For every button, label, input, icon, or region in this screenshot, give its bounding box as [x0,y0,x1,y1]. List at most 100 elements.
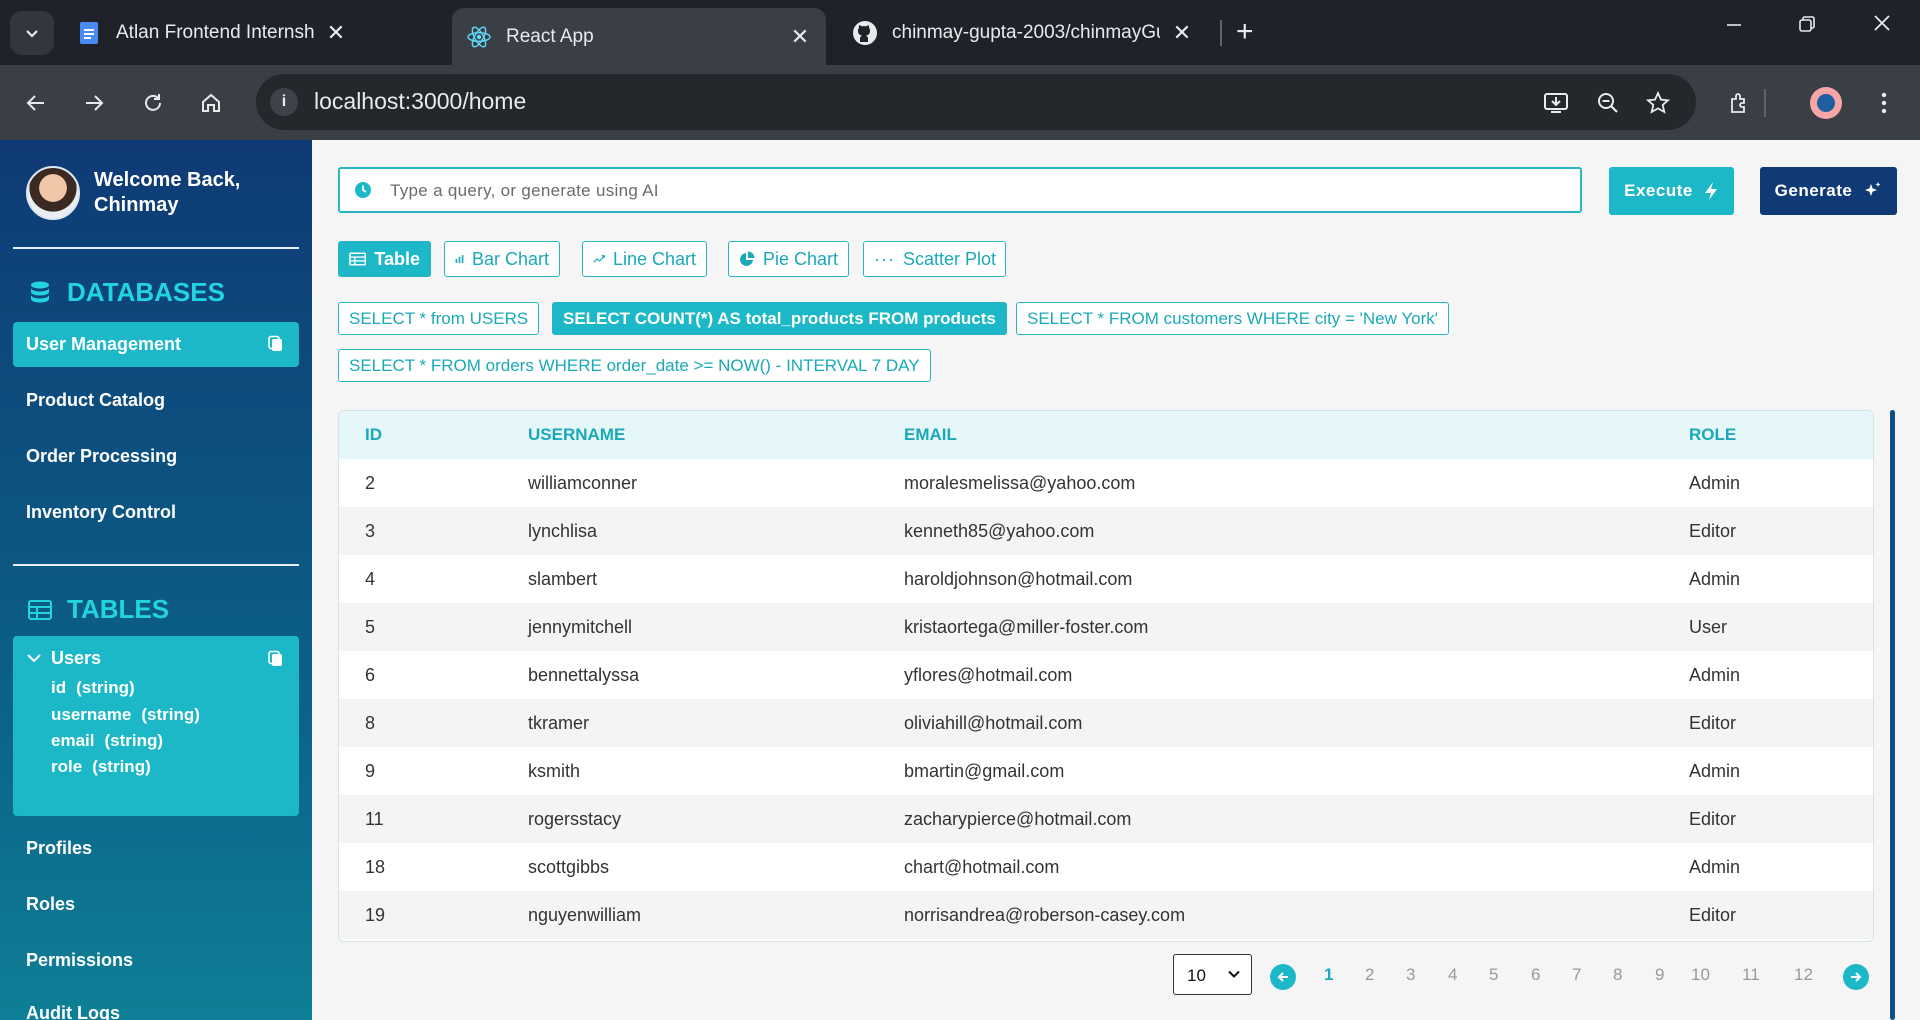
sidebar-item-audit-logs[interactable]: Audit Logs [13,991,299,1020]
table-users-header[interactable]: Users [27,648,101,669]
home-button[interactable] [191,83,231,123]
execute-button[interactable]: Execute [1609,167,1734,215]
sidebar-item-product-catalog[interactable]: Product Catalog [13,378,299,423]
query-chip-label: SELECT * FROM customers WHERE city = 'Ne… [1027,308,1438,328]
browser-menu-icon[interactable] [1864,83,1904,123]
arrow-right-icon [86,95,104,111]
bar-chart-icon [455,255,464,263]
page-number[interactable]: 8 [1613,965,1622,985]
history-icon[interactable] [354,181,372,199]
page-number[interactable]: 9 [1655,965,1664,985]
page-number[interactable]: 1 [1324,965,1333,985]
divider [13,247,299,249]
field-name: username [51,705,132,724]
cell-email: bmartin@gmail.com [904,761,1065,781]
arrow-right-icon [1851,972,1862,982]
sidebar-item-profiles[interactable]: Profiles [13,826,299,871]
query-placeholder[interactable]: Type a query, or generate using AI [390,181,659,201]
minimize-icon[interactable] [1714,12,1754,40]
sidebar-item-roles[interactable]: Roles [13,882,299,927]
tab-github[interactable]: chinmay-gupta-2003/chinmayGupta ✕ [838,9,1208,57]
table-users-expanded[interactable]: Users id (string) username (string) email (… [13,636,299,816]
column-header[interactable]: ID [365,425,382,445]
field-email: email (string) [51,731,163,751]
bookmark-star-icon[interactable] [1642,87,1674,119]
prev-page-button[interactable] [1270,964,1296,990]
tab-react-app[interactable]: React App ✕ [452,8,826,65]
page-number[interactable]: 4 [1448,965,1457,985]
sidebar-item-order-processing[interactable]: Order Processing [13,434,299,479]
cell-id: 8 [365,713,376,733]
view-label: Line Chart [612,248,696,269]
site-info-icon[interactable]: i [270,88,298,116]
new-tab-button[interactable]: + [1236,15,1254,49]
sidebar-item-permissions[interactable]: Permissions [13,938,299,983]
cell-username: williamconner [528,473,638,493]
github-icon [852,20,878,46]
install-app-icon[interactable] [1540,87,1572,119]
toolbar-separator [1764,89,1766,117]
extensions-icon[interactable] [1720,83,1760,123]
page-number[interactable]: 6 [1531,965,1540,985]
cell-username: rogersstacy [528,809,622,829]
table-icon [349,252,367,266]
browser-toolbar: i localhost:3000/home [0,65,1920,140]
view-label: Pie Chart [762,248,838,269]
tab-atlan-task[interactable]: Atlan Frontend Internship Task 2024 ✕ [62,9,362,57]
cell-role: Editor [1689,521,1737,541]
close-tab-icon[interactable]: ✕ [1170,20,1194,46]
generate-button[interactable]: Generate [1760,167,1897,215]
close-tab-icon[interactable]: ✕ [788,24,812,50]
divider [13,564,299,566]
database-icon [27,280,53,306]
copy-icon[interactable] [267,335,285,353]
zoom-icon[interactable] [1592,87,1624,119]
profile-avatar[interactable] [1806,83,1846,123]
view-scatter-plot-button[interactable]: ··· Scatter Plot [863,241,1006,277]
url-text[interactable]: localhost:3000/home [314,88,526,115]
tab-search-button[interactable] [10,11,54,55]
address-bar[interactable]: i localhost:3000/home [256,74,1696,130]
sidebar-item-user-management[interactable]: User Management [13,322,299,367]
query-input[interactable]: Type a query, or generate using AI [338,167,1582,213]
view-pie-chart-button[interactable]: Pie Chart [728,241,849,277]
query-chip[interactable]: SELECT * FROM customers WHERE city = 'Ne… [1016,302,1449,335]
query-chip[interactable]: SELECT * FROM orders WHERE order_date >=… [338,349,931,382]
view-bar-chart-button[interactable]: Bar Chart [444,241,560,277]
query-chip[interactable]: SELECT COUNT(*) AS total_products FROM p… [552,302,1007,335]
column-header[interactable]: EMAIL [904,425,957,445]
column-header[interactable]: USERNAME [528,425,625,445]
table-icon [27,597,53,623]
reload-button[interactable] [133,83,173,123]
page-number[interactable]: 2 [1365,965,1374,985]
page-number[interactable]: 11 [1742,965,1760,985]
cell-email: haroldjohnson@hotmail.com [904,569,1133,589]
forward-button[interactable] [74,83,114,123]
page-number[interactable]: 7 [1572,965,1581,985]
close-tab-icon[interactable]: ✕ [324,20,348,46]
next-page-button[interactable] [1843,964,1869,990]
view-table-button[interactable]: Table [338,241,431,277]
close-window-icon[interactable] [1862,12,1902,40]
cell-email: zacharypierce@hotmail.com [904,809,1132,829]
view-line-chart-button[interactable]: Line Chart [582,241,707,277]
column-header[interactable]: ROLE [1689,425,1736,445]
table-row: 11 rogersstacy zacharypierce@hotmail.com… [339,795,1873,843]
tab-title: React App [506,25,594,47]
table-row: 19 nguyenwilliam norrisandrea@roberson-c… [339,891,1873,939]
page-number[interactable]: 10 [1691,965,1710,985]
query-chip[interactable]: SELECT * from USERS [338,302,540,335]
cell-email: yflores@hotmail.com [904,665,1073,685]
restore-icon[interactable] [1787,12,1827,40]
scrollbar[interactable] [1890,410,1895,1020]
cell-username: lynchlisa [528,521,598,541]
page-number[interactable]: 12 [1794,965,1813,985]
copy-icon[interactable] [267,650,285,668]
sidebar-item-inventory-control[interactable]: Inventory Control [13,490,299,535]
page-number[interactable]: 5 [1489,965,1498,985]
page-number[interactable]: 3 [1406,965,1415,985]
back-button[interactable] [16,83,56,123]
page-size-select[interactable]: 10 [1173,954,1252,995]
welcome-line: Welcome Back, [94,169,241,191]
cell-email: moralesmelissa@yahoo.com [904,473,1136,493]
